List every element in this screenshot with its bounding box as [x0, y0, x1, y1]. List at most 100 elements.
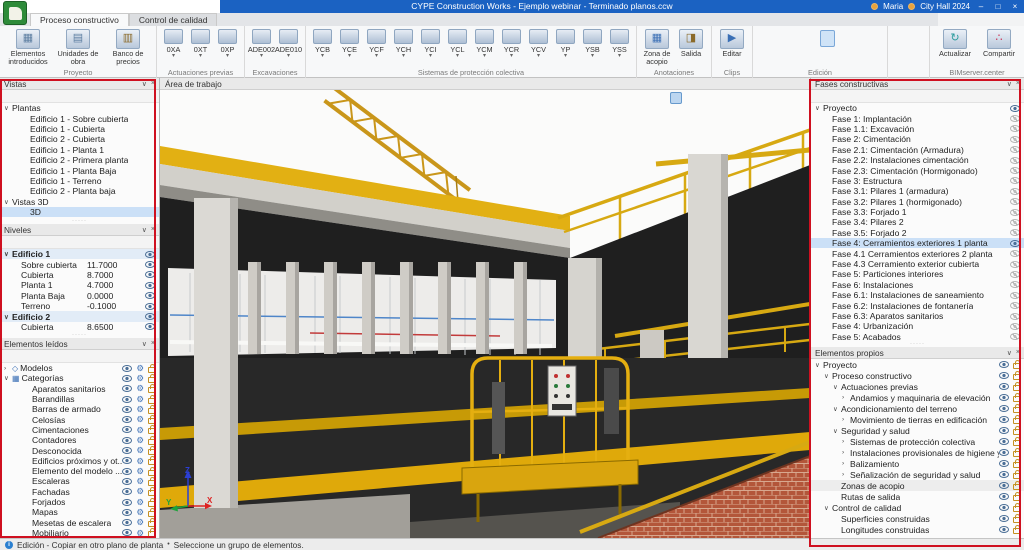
collapse-panel-icon[interactable]: ∨	[142, 226, 147, 234]
tree-item[interactable]: 3D	[0, 207, 159, 217]
section-green-icon[interactable]	[730, 92, 742, 104]
list-item[interactable]: Fase 1: Implantación	[811, 113, 1024, 123]
list-item[interactable]: Fase 4.3 Cerramiento exterior cubierta	[811, 259, 1024, 269]
eye-icon[interactable]	[1010, 177, 1020, 184]
restore-button[interactable]: □	[992, 2, 1004, 11]
eye-icon[interactable]	[999, 460, 1009, 467]
tree-item[interactable]: Superficies construidas	[811, 513, 1024, 524]
table-row[interactable]: ∨Edificio 1	[0, 249, 159, 259]
unidades-de-obra-button[interactable]: ▤Unidades de obra	[53, 28, 103, 65]
tree-item[interactable]: ›◇Modelos⚙	[0, 363, 159, 373]
list-item[interactable]: Fase 3.1: Pilares 1 (armadura)	[811, 186, 1024, 196]
eye-icon[interactable]	[122, 396, 132, 403]
ycv-button[interactable]: YCV▾	[525, 28, 552, 58]
view-3d-icon[interactable]	[670, 92, 682, 104]
eye-icon[interactable]	[999, 427, 1009, 434]
app-logo-icon[interactable]	[3, 1, 27, 25]
tree-item[interactable]: Fachadas⚙	[0, 487, 159, 497]
close-panel-icon[interactable]: ×	[1016, 80, 1020, 88]
eye-icon[interactable]	[122, 499, 132, 506]
collapse-panel-icon[interactable]: ∨	[1007, 80, 1012, 88]
eye-icon[interactable]	[1010, 136, 1020, 143]
gear-icon[interactable]: ⚙	[136, 498, 144, 507]
table-row[interactable]: Terreno-0.1000	[0, 301, 159, 311]
lock-icon[interactable]	[1013, 374, 1020, 380]
tree-item[interactable]: ∨Seguridad y salud	[811, 425, 1024, 436]
compartir-button[interactable]: ∴Compartir	[977, 28, 1021, 58]
tree-item[interactable]: Edificio 1 - Sobre cubierta	[0, 113, 159, 123]
close-panel-icon[interactable]: ×	[151, 80, 155, 88]
tree-item[interactable]: ›Movimiento de tierras en edificación	[811, 414, 1024, 425]
move-point-icon[interactable]	[772, 49, 787, 66]
gear-icon[interactable]: ⚙	[136, 487, 144, 496]
tree-item[interactable]: Longitudes construidas	[811, 524, 1024, 535]
tree-item[interactable]: Desconocida⚙	[0, 445, 159, 455]
paint-icon[interactable]	[836, 49, 851, 66]
dropdown-arrow-icon[interactable]: ▾	[591, 54, 594, 58]
eye-icon[interactable]	[1010, 105, 1020, 112]
banco-de-precios-button[interactable]: ▥Banco de precios	[103, 28, 153, 65]
lock-icon[interactable]	[148, 511, 155, 517]
eye-icon[interactable]	[122, 375, 132, 382]
copy-to-plane-icon[interactable]	[820, 30, 835, 47]
eye-icon[interactable]	[1010, 157, 1020, 164]
tree-item[interactable]: ›Instalaciones provisionales de higiene …	[811, 447, 1024, 458]
list-item[interactable]: Fase 4: Urbanización	[811, 321, 1024, 331]
eye-icon[interactable]	[122, 406, 132, 413]
eye-icon[interactable]	[122, 447, 132, 454]
lock-icon[interactable]	[1013, 506, 1020, 512]
lock-icon[interactable]	[148, 387, 155, 393]
gear-icon[interactable]: ⚙	[136, 395, 144, 404]
yp-button[interactable]: YP▾	[552, 28, 579, 58]
eye-icon[interactable]	[145, 323, 155, 330]
collapse-panel-icon[interactable]: ∨	[142, 80, 147, 88]
tree-item[interactable]: Edificio 1 - Terreno	[0, 176, 159, 186]
dropdown-arrow-icon[interactable]: ▾	[456, 54, 459, 58]
eye-icon[interactable]	[122, 426, 132, 433]
eye-icon[interactable]	[1010, 313, 1020, 320]
lock-icon[interactable]	[1013, 418, 1020, 424]
eye-icon[interactable]	[1010, 188, 1020, 195]
list-item[interactable]: Fase 3: Estructura	[811, 176, 1024, 186]
list-item[interactable]: Fase 5: Acabados	[811, 332, 1024, 342]
lock-icon[interactable]	[148, 398, 155, 404]
eye-icon[interactable]	[1010, 271, 1020, 278]
tree-item[interactable]: Edificios próximos y ot...⚙	[0, 456, 159, 466]
eye-icon[interactable]	[999, 361, 1009, 368]
0xa-button[interactable]: 0XA▾	[160, 28, 187, 58]
ycm-button[interactable]: YCM▾	[471, 28, 498, 58]
eye-icon[interactable]	[1010, 240, 1020, 247]
collapse-panel-icon[interactable]: ∨	[1007, 349, 1012, 357]
tree-item[interactable]: ›Sistemas de protección colectiva	[811, 436, 1024, 447]
dropdown-arrow-icon[interactable]: ▾	[510, 54, 513, 58]
ysb-button[interactable]: YSB▾	[579, 28, 606, 58]
elementos-introducidos-button[interactable]: ▦Elementos introducidos	[3, 28, 53, 65]
tree-item[interactable]: ›Señalización de seguridad y salud	[811, 469, 1024, 480]
tree-item[interactable]: ∨Vistas 3D	[0, 197, 159, 207]
tree-item[interactable]: Barras de armado⚙	[0, 404, 159, 414]
list-item[interactable]: Fase 3.2: Pilares 1 (hormigonado)	[811, 197, 1024, 207]
eye-icon[interactable]	[999, 416, 1009, 423]
eye-icon[interactable]	[145, 271, 155, 278]
collapse-panel-icon[interactable]: ∨	[142, 340, 147, 348]
delete-icon[interactable]	[868, 30, 883, 47]
lock-icon[interactable]	[148, 439, 155, 445]
tree-item[interactable]: Contadores⚙	[0, 435, 159, 445]
eye-icon[interactable]	[122, 468, 132, 475]
tree-item[interactable]: Edificio 1 - Planta Baja	[0, 165, 159, 175]
tree-item[interactable]: Cimentaciones⚙	[0, 425, 159, 435]
lock-icon[interactable]	[148, 490, 155, 496]
lock-icon[interactable]	[1013, 484, 1020, 490]
lock-icon[interactable]	[1013, 396, 1020, 402]
dropdown-arrow-icon[interactable]: ▾	[287, 54, 290, 58]
eye-icon[interactable]	[122, 416, 132, 423]
eye-icon[interactable]	[999, 471, 1009, 478]
region-icon[interactable]	[756, 49, 771, 66]
lock-icon[interactable]	[1013, 429, 1020, 435]
move-icon[interactable]	[772, 30, 787, 47]
lock-icon[interactable]	[148, 367, 155, 373]
lock-icon[interactable]	[148, 449, 155, 455]
gear-icon[interactable]: ⚙	[136, 457, 144, 466]
actualizar-button[interactable]: ↻Actualizar	[933, 28, 977, 58]
dropdown-arrow-icon[interactable]: ▾	[429, 54, 432, 58]
